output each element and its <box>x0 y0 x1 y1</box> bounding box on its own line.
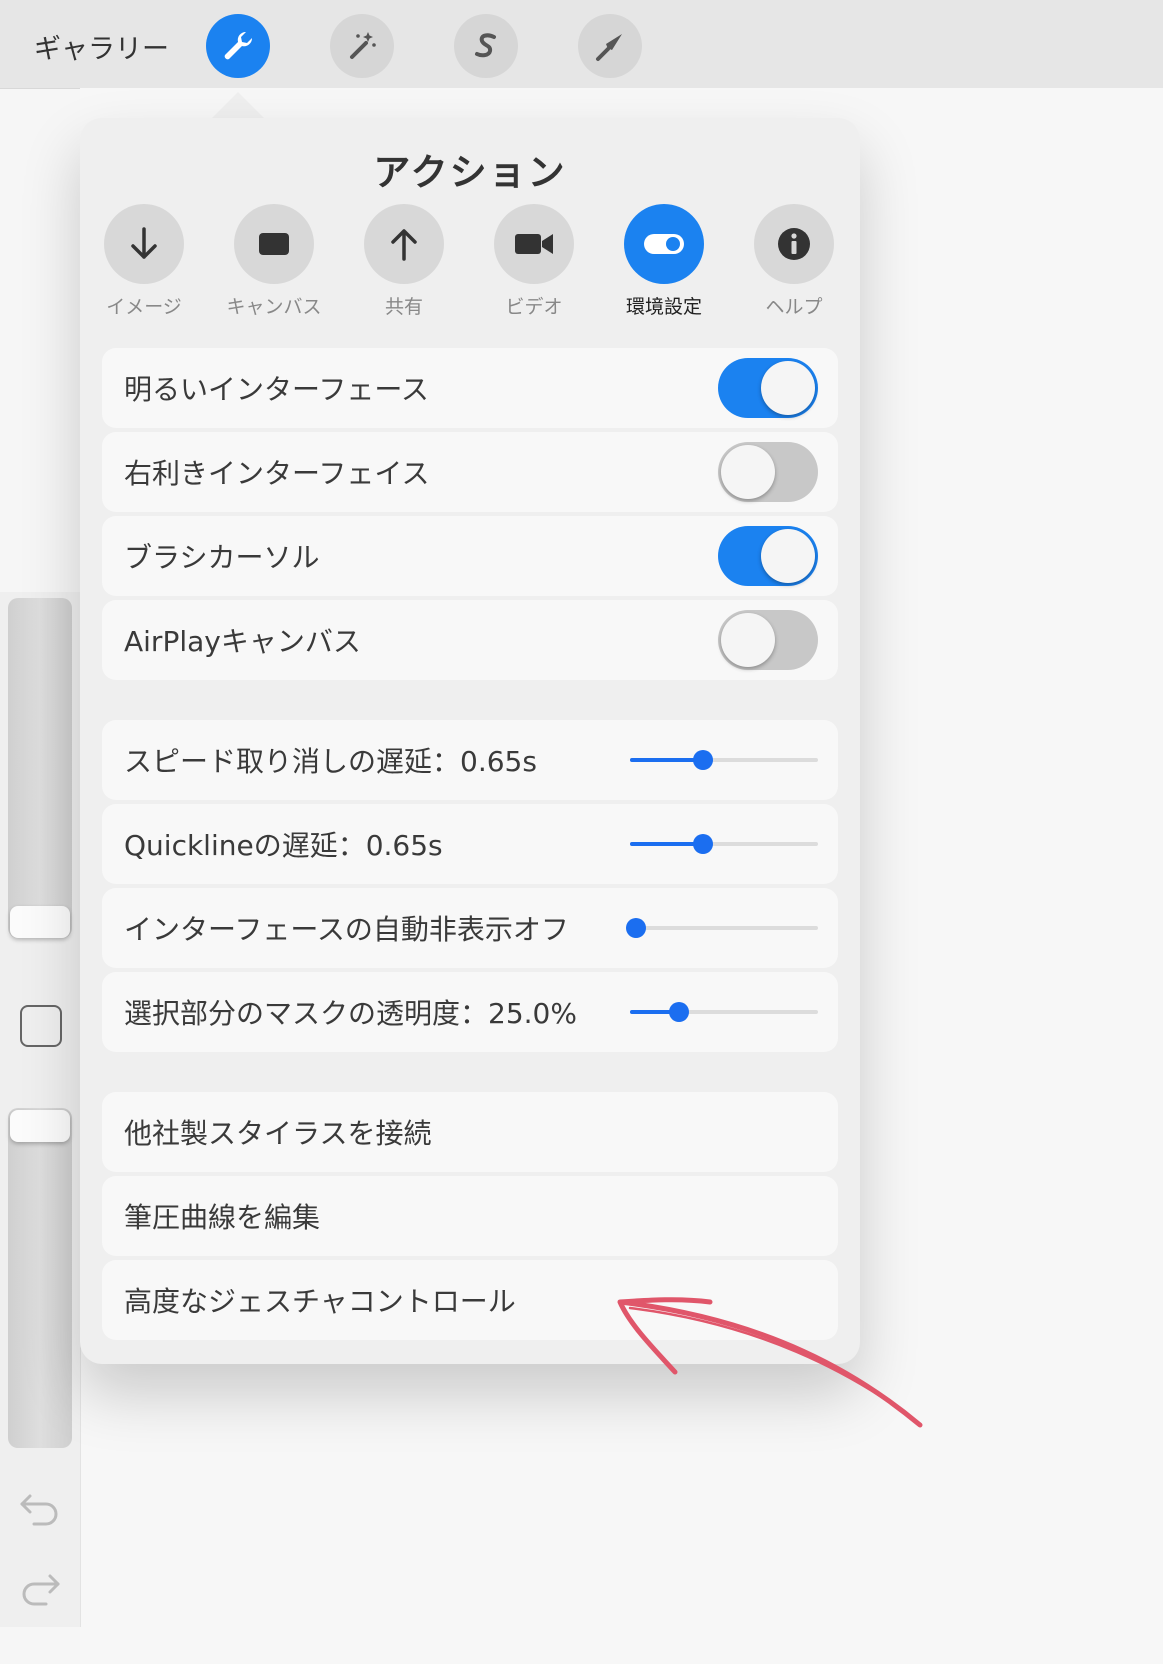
quickline-delay-slider[interactable] <box>630 834 818 854</box>
tab-share[interactable]: 共有 <box>349 204 459 319</box>
speed-undo-delay-slider[interactable] <box>630 750 818 770</box>
tab-canvas[interactable]: キャンバス <box>219 204 329 319</box>
toggle-icon <box>644 234 684 254</box>
arrow-up-icon <box>391 229 417 261</box>
selection-mask-opacity-row: 選択部分のマスクの透明度：25.0% <box>102 972 838 1052</box>
row-label: 他社製スタイラスを接続 <box>124 1117 432 1150</box>
tab-help[interactable]: ヘルプ <box>739 204 849 319</box>
wrench-icon <box>224 31 253 60</box>
adjustments-tool-button[interactable] <box>330 14 394 78</box>
tab-label: イメージ <box>106 296 182 318</box>
tab-label: ビデオ <box>505 296 563 318</box>
selection-mask-opacity-slider[interactable] <box>630 1002 818 1022</box>
undo-icon[interactable] <box>18 1488 62 1528</box>
tab-label: 共有 <box>384 296 423 318</box>
right-hand-interface-toggle[interactable] <box>718 442 818 502</box>
row-label: 明るいインターフェース <box>124 373 429 406</box>
magic-wand-icon <box>350 32 376 59</box>
interface-autohide-row: インターフェースの自動非表示オフ <box>102 888 838 968</box>
canvas-rect-icon <box>259 233 289 255</box>
brush-size-slider[interactable] <box>8 598 72 938</box>
connect-stylus-row[interactable]: 他社製スタイラスを接続 <box>102 1092 838 1172</box>
actions-tool-button[interactable] <box>206 14 270 78</box>
row-label: 筆圧曲線を編集 <box>124 1201 321 1234</box>
selection-s-icon <box>475 33 496 58</box>
tab-label: 環境設定 <box>625 296 702 318</box>
selection-tool-button[interactable] <box>454 14 518 78</box>
slider-knob[interactable] <box>693 750 714 770</box>
brush-cursor-toggle[interactable] <box>718 526 818 586</box>
info-icon <box>778 228 810 260</box>
row-label: Quicklineの遅延：0.65s <box>124 829 443 862</box>
brush-size-slider-thumb[interactable] <box>10 906 70 938</box>
slider-knob[interactable] <box>625 918 646 938</box>
row-label: 右利きインターフェイス <box>124 457 430 490</box>
row-label: 高度なジェスチャコントロール <box>124 1285 516 1318</box>
actions-popover: アクション イメージ キャンバス 共有 ビデオ 環境設定 ヘルプ 明るいインター… <box>80 118 860 1364</box>
airplay-canvas-toggle[interactable] <box>718 610 818 670</box>
light-interface-toggle[interactable] <box>718 358 818 418</box>
redo-icon[interactable] <box>18 1568 62 1608</box>
tab-label: ヘルプ <box>765 296 823 318</box>
airplay-canvas-row: AirPlayキャンバス <box>102 600 838 680</box>
row-label: 選択部分のマスクの透明度：25.0% <box>124 997 577 1030</box>
edit-pressure-curve-row[interactable]: 筆圧曲線を編集 <box>102 1176 838 1256</box>
light-interface-row: 明るいインターフェース <box>102 348 838 428</box>
arrow-down-icon <box>131 227 157 259</box>
row-label: AirPlayキャンバス <box>124 625 361 658</box>
annotation-arrow-icon <box>617 1297 923 1428</box>
row-label: ブラシカーソル <box>124 541 320 574</box>
right-hand-interface-row: 右利きインターフェイス <box>102 432 838 512</box>
popover-pointer <box>210 92 266 120</box>
brush-cursor-row: ブラシカーソル <box>102 516 838 596</box>
opacity-slider[interactable] <box>8 1108 72 1448</box>
gallery-button[interactable]: ギャラリー <box>34 27 169 66</box>
transform-tool-button[interactable] <box>578 14 642 78</box>
transform-arrow-icon <box>596 34 622 61</box>
interface-autohide-slider[interactable] <box>625 918 818 938</box>
opacity-slider-thumb[interactable] <box>10 1110 70 1142</box>
tab-preferences[interactable]: 環境設定 <box>609 204 719 319</box>
top-toolbar: ギャラリー <box>0 0 1163 89</box>
speed-undo-delay-row: スピード取り消しの遅延：0.65s <box>102 720 838 800</box>
quickline-delay-row: Quicklineの遅延：0.65s <box>102 804 838 884</box>
tab-video[interactable]: ビデオ <box>479 204 589 319</box>
modify-button[interactable] <box>20 1005 62 1047</box>
tab-image[interactable]: イメージ <box>89 204 199 319</box>
row-label: インターフェースの自動非表示オフ <box>124 913 569 946</box>
slider-knob[interactable] <box>693 834 714 854</box>
video-camera-icon <box>515 234 553 254</box>
row-label: スピード取り消しの遅延：0.65s <box>124 745 537 778</box>
popover-title: アクション <box>373 151 567 194</box>
tab-label: キャンバス <box>226 296 322 318</box>
slider-knob[interactable] <box>668 1002 689 1022</box>
